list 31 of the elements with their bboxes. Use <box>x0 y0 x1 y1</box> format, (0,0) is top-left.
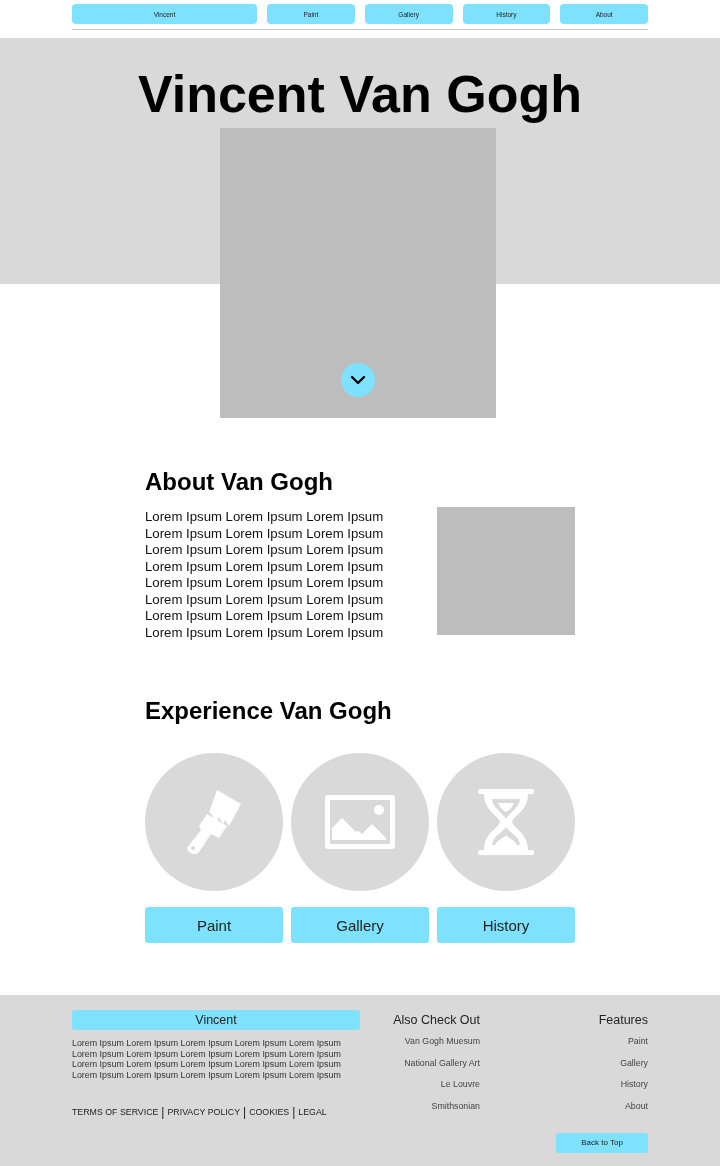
footer-link[interactable]: Gallery <box>620 1052 648 1075</box>
section-heading: About Van Gogh <box>145 468 334 496</box>
footer-link[interactable]: Van Gogh Muesum <box>404 1031 480 1053</box>
section-heading: Experience Van Gogh <box>145 697 393 725</box>
footer-link[interactable]: Paint <box>627 1031 648 1053</box>
feature-button[interactable]: Gallery <box>291 907 429 943</box>
separator: | <box>292 1104 296 1119</box>
legal-link[interactable]: LEGAL <box>298 1106 327 1117</box>
footer-link[interactable]: History <box>620 1074 648 1097</box>
chevron-down-icon <box>350 375 366 385</box>
footer-link[interactable]: Smithsonian <box>431 1096 480 1118</box>
back-to-top-button[interactable]: Back to Top <box>556 1132 648 1153</box>
about-paragraph: Lorem Ipsum Lorem Ipsum Lorem Ipsum Lorem Ipsum Lorem Ipsum Lorem Ipsum Lorem Ipsum Lorem Ipsum Lorem Ipsum Lorem Ipsum Lorem Ipsum Lorem Ipsum Lorem Ipsum Lorem Ipsum Lorem Ipsum Lorem Ipsum Lorem Ipsum Lorem Ipsum Lorem Ipsum Lorem Ipsum Lorem Ipsum Lorem Ipsum Lorem Ipsum Lorem Ipsum <box>145 509 384 641</box>
legal-link[interactable]: PRIVACY POLICY <box>167 1106 240 1117</box>
feature-button[interactable]: History <box>437 907 575 943</box>
legal-link[interactable]: TERMS OF SERVICE <box>72 1106 159 1117</box>
legal-link[interactable]: COOKIES <box>249 1106 290 1117</box>
separator: | <box>161 1104 165 1119</box>
footer-link[interactable]: About <box>625 1096 648 1118</box>
separator: | <box>243 1104 247 1119</box>
feature-button[interactable]: Paint <box>145 907 283 943</box>
scroll-down-button[interactable] <box>341 363 375 397</box>
footer-paragraph: Lorem Ipsum Lorem Ipsum Lorem Ipsum Lorem Ipsum Lorem Ipsum Lorem Ipsum Lorem Ipsum Lorem Ipsum Lorem Ipsum Lorem Ipsum Lorem Ipsum Lorem Ipsum Lorem Ipsum Lorem Ipsum Lorem Ipsum Lorem Ipsum Lorem Ipsum Lorem Ipsum Lorem Ipsum Lorem Ipsum <box>72 1038 342 1081</box>
hourglass-icon <box>478 789 534 855</box>
hero-title: Vincent Van Gogh <box>138 68 582 125</box>
image-icon <box>324 794 396 850</box>
footer-heading: Also Check Out <box>393 1013 480 1027</box>
brand-button[interactable]: Vincent <box>72 1010 360 1030</box>
footer-heading: Features <box>598 1013 648 1027</box>
footer-link[interactable]: Le Louvre <box>440 1074 480 1097</box>
footer-link[interactable]: National Gallery Art <box>404 1052 480 1075</box>
